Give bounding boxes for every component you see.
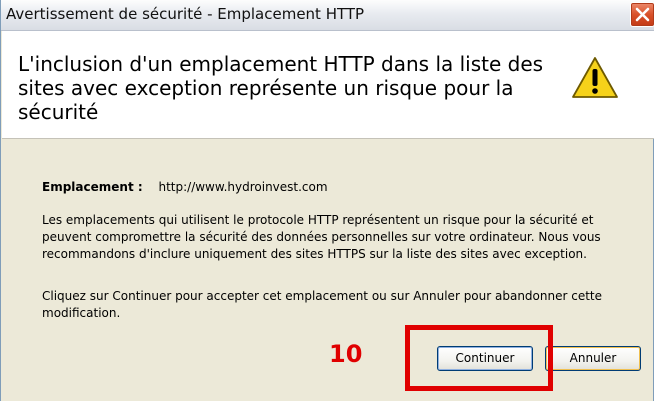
location-label: Emplacement : [42, 180, 143, 194]
location-row: Emplacement : http://www.hydroinvest.com [42, 180, 328, 194]
window-title: Avertissement de sécurité - Emplacement … [6, 5, 365, 23]
warning-headline: L'inclusion d'un emplacement HTTP dans l… [18, 52, 544, 124]
step-number-annotation: 10 [329, 340, 363, 368]
security-warning-dialog: Avertissement de sécurité - Emplacement … [0, 0, 654, 401]
cancel-button[interactable]: Annuler [545, 346, 641, 371]
location-value: http://www.hydroinvest.com [158, 180, 328, 194]
close-icon [635, 7, 650, 22]
warning-icon [572, 57, 618, 98]
title-bar[interactable]: Avertissement de sécurité - Emplacement … [1, 0, 654, 31]
action-instructions: Cliquez sur Continuer pour accepter cet … [42, 289, 603, 320]
highlight-box-annotation [405, 325, 553, 391]
risk-explanation: Les emplacements qui utilisent le protoc… [42, 213, 601, 261]
close-button[interactable] [630, 2, 654, 27]
